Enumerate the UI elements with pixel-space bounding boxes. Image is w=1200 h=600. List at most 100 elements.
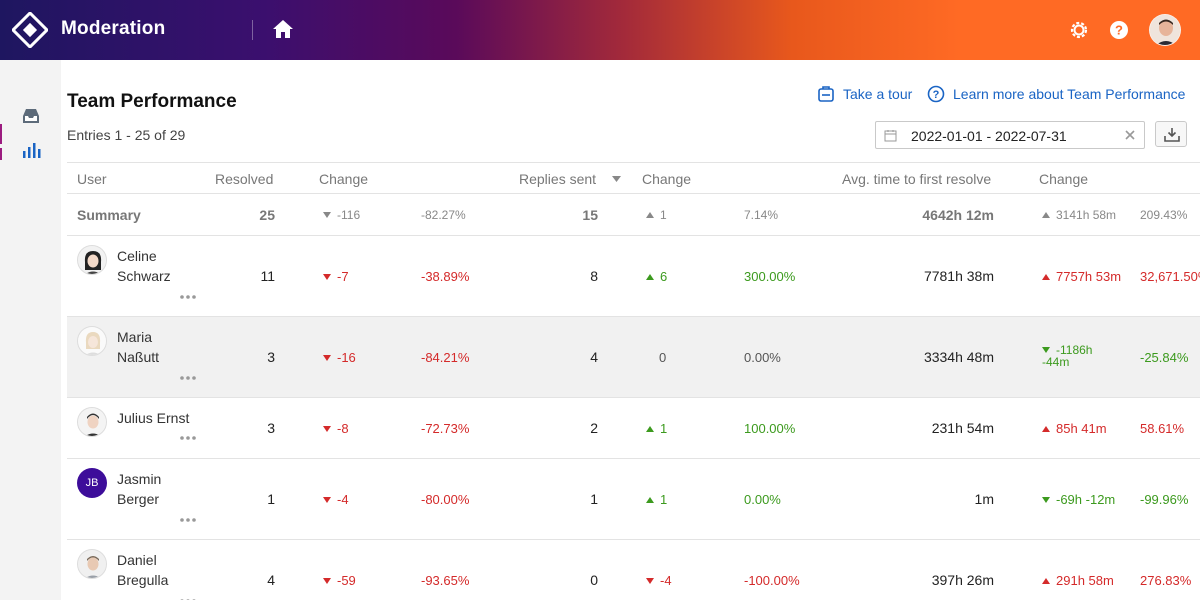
- help-circle-icon: ?: [927, 85, 945, 103]
- avg-change-value: 7757h 53m: [1056, 269, 1122, 284]
- replies-change-value: 1: [660, 421, 668, 436]
- download-icon: [1164, 128, 1180, 142]
- summary-avg-pct: 209.43%: [1140, 208, 1188, 222]
- avg-time-value: 231h 54m: [931, 420, 994, 436]
- summary-resolved-change: -116: [323, 208, 360, 222]
- user-name[interactable]: Berger: [117, 489, 159, 509]
- calendar-icon: [884, 130, 897, 142]
- replies-pct: -100.00%: [744, 573, 800, 588]
- column-header-change[interactable]: Change: [319, 171, 368, 187]
- avatar: JB: [77, 468, 107, 498]
- column-header-replies-sent[interactable]: Replies sent: [519, 171, 596, 187]
- resolved-change: -7: [323, 269, 349, 284]
- more-options-icon[interactable]: [179, 294, 197, 300]
- replies-change: 1: [646, 421, 667, 436]
- user-name[interactable]: Maria: [117, 327, 152, 347]
- resolved-pct: -84.21%: [421, 350, 470, 365]
- date-range-picker[interactable]: 2022-01-01 - 2022-07-31: [875, 121, 1145, 149]
- replies-pct: 0.00%: [744, 492, 781, 507]
- column-header-user[interactable]: User: [77, 171, 107, 187]
- avg-time-value: 397h 26m: [931, 572, 994, 588]
- user-name[interactable]: Daniel: [117, 550, 157, 570]
- settings-icon[interactable]: [1068, 19, 1090, 41]
- arrow-up-icon: [1042, 211, 1050, 218]
- moderation-logo-icon[interactable]: [12, 12, 48, 48]
- sort-down-icon[interactable]: [612, 176, 621, 182]
- export-button[interactable]: [1155, 121, 1187, 147]
- resolved-change-value: -16: [337, 350, 356, 365]
- resolved-value: 3: [267, 420, 275, 436]
- sidebar: [0, 60, 60, 600]
- column-header-resolved[interactable]: Resolved: [215, 171, 273, 187]
- entries-count: Entries 1 - 25 of 29: [67, 127, 186, 143]
- resolved-value: 3: [267, 349, 275, 365]
- inbox-icon[interactable]: [21, 107, 41, 125]
- table-row[interactable]: JB Jasmin Berger 1 -4 -80.00% 1 1 0.00% …: [67, 459, 1200, 540]
- replies-value: 8: [590, 268, 598, 284]
- replies-change-value: -4: [660, 573, 672, 588]
- app-title: Moderation: [61, 18, 166, 39]
- clear-icon[interactable]: [1124, 129, 1136, 141]
- avg-change-value: -69h -12m: [1056, 492, 1116, 507]
- column-header-change[interactable]: Change: [1039, 171, 1088, 187]
- table-row[interactable]: Julius Ernst 3 -8 -72.73% 2 1 100.00% 23…: [67, 398, 1200, 459]
- table-row[interactable]: Celine Schwarz 11 -7 -38.89% 8 6 300.00%…: [67, 236, 1200, 317]
- replies-change: 6: [646, 269, 667, 284]
- performance-table: User Resolved Change Replies sent Change…: [67, 162, 1200, 600]
- more-options-icon[interactable]: [179, 375, 197, 381]
- replies-value: 4: [590, 349, 598, 365]
- user-name[interactable]: Celine: [117, 246, 157, 266]
- column-header-avg-time[interactable]: Avg. time to first resolve: [842, 171, 991, 187]
- summary-replies-change: 1: [646, 208, 667, 222]
- resolved-value: 4: [267, 572, 275, 588]
- arrow-down-icon: [323, 354, 331, 361]
- resolved-pct: -38.89%: [421, 269, 470, 284]
- resolved-value: 1: [267, 491, 275, 507]
- tour-icon: [818, 86, 834, 102]
- summary-label: Summary: [77, 207, 141, 223]
- avg-change: 7757h 53m: [1042, 269, 1121, 284]
- user-name[interactable]: Schwarz: [117, 266, 171, 286]
- user-name[interactable]: Julius Ernst: [117, 408, 189, 428]
- resolved-change-value: -4: [337, 492, 349, 507]
- more-options-icon[interactable]: [179, 435, 197, 441]
- replies-value: 0: [590, 572, 598, 588]
- resolved-change: -59: [323, 573, 356, 588]
- column-header-change[interactable]: Change: [642, 171, 691, 187]
- avg-change: -69h -12m: [1042, 492, 1115, 507]
- take-a-tour-link[interactable]: Take a tour: [817, 85, 912, 103]
- more-options-icon[interactable]: [179, 517, 197, 523]
- arrow-up-icon: [646, 273, 654, 280]
- learn-more-label[interactable]: Learn more about Team Performance: [953, 86, 1185, 102]
- summary-avg-time: 4642h 12m: [922, 207, 994, 223]
- sidebar-accent: [0, 148, 2, 160]
- replies-pct: 300.00%: [744, 269, 796, 284]
- take-a-tour-label[interactable]: Take a tour: [843, 86, 912, 102]
- summary-avg-change-value: 3141h 58m: [1056, 208, 1117, 222]
- arrow-down-icon: [323, 273, 331, 280]
- avg-time-value: 7781h 38m: [923, 268, 994, 284]
- bar-chart-icon[interactable]: [21, 141, 41, 159]
- resolved-change: -16: [323, 350, 356, 365]
- arrow-down-icon: [323, 425, 331, 432]
- help-icon[interactable]: ?: [1108, 19, 1130, 41]
- table-row[interactable]: Maria Naßutt 3 -16 -84.21% 4 0 0.00% 333…: [67, 317, 1200, 398]
- main-content: Team Performance Entries 1 - 25 of 29 Ta…: [61, 60, 1200, 600]
- avg-pct: 32,671.50%: [1140, 269, 1200, 284]
- user-name[interactable]: Jasmin: [117, 469, 161, 489]
- avg-time-value: 3334h 48m: [923, 349, 994, 365]
- arrow-up-icon: [646, 211, 654, 218]
- user-name[interactable]: Naßutt: [117, 347, 159, 367]
- learn-more-link[interactable]: ? Learn more about Team Performance: [927, 85, 1185, 103]
- avg-time-value: 1m: [974, 491, 994, 507]
- home-icon[interactable]: [272, 19, 294, 39]
- top-bar: Moderation ?: [0, 0, 1200, 60]
- user-name[interactable]: Bregulla: [117, 570, 168, 590]
- user-avatar[interactable]: [1149, 14, 1181, 46]
- summary-resolved-change-value: -116: [337, 208, 361, 222]
- summary-resolved-pct: -82.27%: [421, 208, 466, 222]
- avg-change: 85h 41m: [1042, 421, 1107, 436]
- table-row[interactable]: Daniel Bregulla 4 -59 -93.65% 0 -4 -100.…: [67, 540, 1200, 600]
- page-title: Team Performance: [67, 91, 237, 112]
- avatar: [77, 549, 107, 579]
